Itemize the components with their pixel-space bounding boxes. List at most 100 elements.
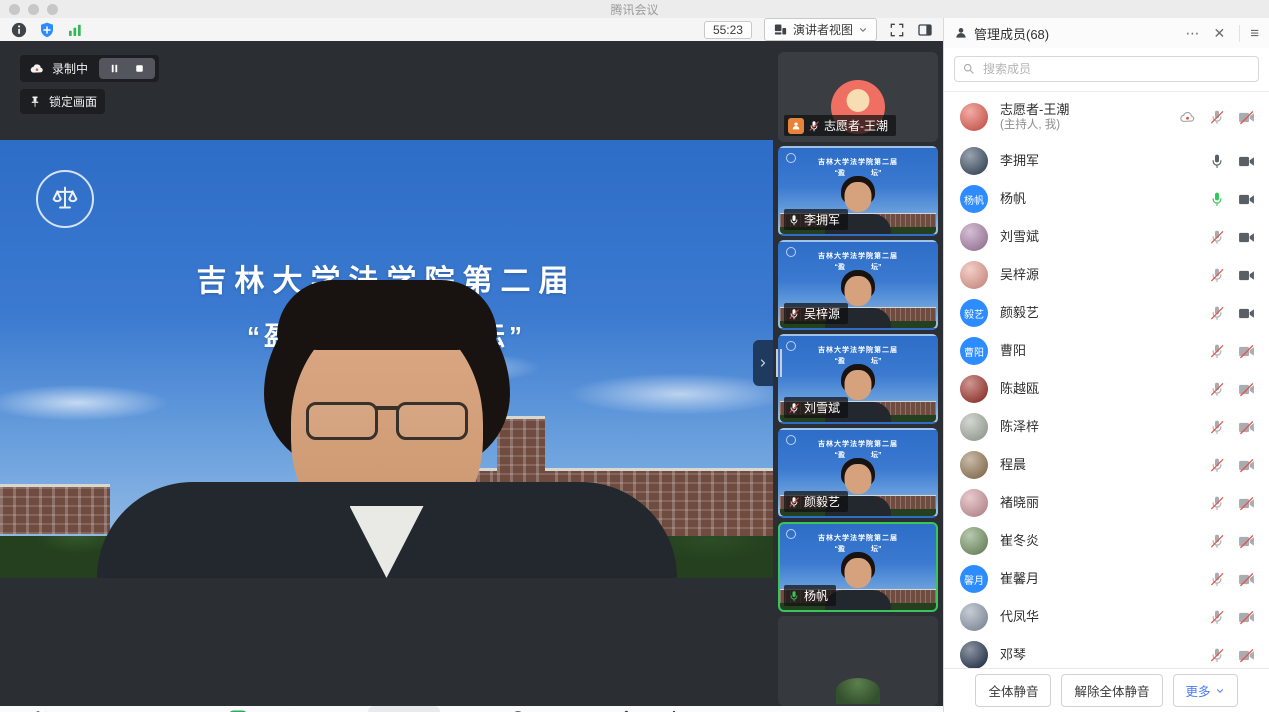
mic-muted-icon[interactable] xyxy=(1209,381,1225,397)
stop-record-button[interactable]: 结束录制 xyxy=(492,706,544,712)
chevron-down-icon xyxy=(858,25,868,35)
stop-recording-button[interactable] xyxy=(133,62,146,75)
member-row[interactable]: 陈越瓯 xyxy=(944,370,1269,408)
camera-off-icon[interactable] xyxy=(1238,343,1255,360)
manage-members-button[interactable]: 管理成员(68) xyxy=(368,706,440,712)
thumbnail-participant[interactable]: 吉林大学法学院第二届 “盈坛” 颜毅艺 xyxy=(778,428,938,518)
member-row-host[interactable]: 志愿者-王潮 (主持人, 我) xyxy=(944,92,1269,142)
mic-muted-icon[interactable] xyxy=(1209,495,1225,511)
member-row[interactable]: 邓琴 xyxy=(944,636,1269,668)
unmute-all-button[interactable]: 解除全体静音 xyxy=(1061,674,1162,707)
member-row[interactable]: 陈泽梓 xyxy=(944,408,1269,446)
thumbnail-participant[interactable]: 吉林大学法学院第二届 “盈坛” 李拥军 xyxy=(778,146,938,236)
mic-muted-icon[interactable] xyxy=(1209,533,1225,549)
thumbnail-host[interactable]: 志愿者-王潮 xyxy=(778,52,938,142)
member-name: 杨帆 xyxy=(1000,191,1026,207)
camera-off-icon[interactable] xyxy=(1238,381,1255,398)
camera-off-icon[interactable] xyxy=(1238,109,1255,126)
mic-muted-icon xyxy=(788,496,800,508)
mic-muted-icon[interactable] xyxy=(1209,267,1225,283)
member-row[interactable]: 杨帆 杨帆 xyxy=(944,180,1269,218)
member-list[interactable]: 志愿者-王潮 (主持人, 我) 李拥军 杨帆 杨帆 xyxy=(944,91,1269,668)
camera-off-icon[interactable] xyxy=(1238,609,1255,626)
mic-muted-icon[interactable] xyxy=(1209,419,1225,435)
avatar xyxy=(960,413,988,441)
meeting-toolbar-top: 55:23 演讲者视图 xyxy=(0,18,943,41)
mic-muted-icon xyxy=(788,308,800,320)
settings-button[interactable]: 设置 xyxy=(648,706,700,712)
camera-on-icon[interactable] xyxy=(1238,305,1255,322)
main-speaker-video: 吉林大学法学院第二届 “盈 坛” xyxy=(0,41,773,706)
mic-muted-icon[interactable] xyxy=(1209,571,1225,587)
thumbnail-participant[interactable]: 吉林大学法学院第二届 “盈坛” 吴梓源 xyxy=(778,240,938,330)
panel-more-button[interactable]: ⋯ xyxy=(1182,25,1204,42)
panel-menu-button[interactable]: ≡ xyxy=(1239,25,1259,42)
mic-active-icon[interactable] xyxy=(1209,191,1225,207)
camera-on-icon[interactable] xyxy=(1238,153,1255,170)
member-row[interactable]: 刘雪斌 xyxy=(944,218,1269,256)
members-panel-title: 管理成员(68) xyxy=(974,24,1049,43)
meeting-timer: 55:23 xyxy=(704,21,752,39)
pause-recording-button[interactable] xyxy=(108,62,121,75)
camera-off-icon[interactable] xyxy=(1238,457,1255,474)
network-signal-icon[interactable] xyxy=(66,21,84,39)
member-search-input[interactable] xyxy=(954,56,1259,82)
apps-button[interactable]: 应用 xyxy=(596,706,648,712)
share-screen-button[interactable]: 共享屏幕 xyxy=(212,706,264,712)
thumbnail-participant[interactable]: 吉林大学法学院第二届 “盈坛” 刘雪斌 xyxy=(778,334,938,424)
member-row[interactable]: 褚晓丽 xyxy=(944,484,1269,522)
side-panel-toggle-icon[interactable] xyxy=(917,22,933,38)
mic-on-icon[interactable] xyxy=(1209,153,1225,169)
breakout-rooms-button[interactable]: 分组讨论 xyxy=(544,706,596,712)
camera-on-icon[interactable] xyxy=(1238,191,1255,208)
mic-muted-icon[interactable] xyxy=(1209,647,1225,663)
collapse-strip-button[interactable] xyxy=(753,340,773,386)
camera-on-icon[interactable] xyxy=(1238,229,1255,246)
camera-off-icon[interactable] xyxy=(1238,533,1255,550)
member-role: (主持人, 我) xyxy=(1000,118,1069,132)
member-row[interactable]: 毅艺 颜毅艺 xyxy=(944,294,1269,332)
camera-off-icon[interactable] xyxy=(1238,571,1255,588)
members-panel: 管理成员(68) ⋯ ✕ ≡ 志愿者-王潮 (主持人, 我) xyxy=(943,18,1269,712)
member-row[interactable]: 曹阳 曹阳 xyxy=(944,332,1269,370)
thumbnail-participant-partial[interactable] xyxy=(778,616,938,706)
camera-off-icon[interactable] xyxy=(1238,419,1255,436)
unmute-button[interactable]: 解除静音 xyxy=(12,706,64,712)
mic-muted-icon[interactable] xyxy=(1209,609,1225,625)
member-name: 颜毅艺 xyxy=(1000,305,1039,321)
member-row[interactable]: 代凤华 xyxy=(944,598,1269,636)
protection-shield-icon[interactable] xyxy=(38,21,56,39)
member-row[interactable]: 吴梓源 xyxy=(944,256,1269,294)
member-row[interactable]: 李拥军 xyxy=(944,142,1269,180)
chevron-right-icon xyxy=(757,357,769,369)
view-mode-dropdown[interactable]: 演讲者视图 xyxy=(764,18,877,41)
member-row[interactable]: 崔冬炎 xyxy=(944,522,1269,560)
member-row[interactable]: 馨月 崔馨月 xyxy=(944,560,1269,598)
meeting-controls-bar: 解除静音 开启视频 共享屏幕 安全 邀请 xyxy=(0,706,943,712)
chat-button[interactable]: 聊天 xyxy=(440,706,492,712)
plant-avatar xyxy=(836,678,880,704)
camera-off-icon[interactable] xyxy=(1238,495,1255,512)
mic-muted-icon[interactable] xyxy=(1209,457,1225,473)
panel-close-button[interactable]: ✕ xyxy=(1210,25,1230,42)
mic-muted-icon[interactable] xyxy=(1209,305,1225,321)
cloud-recording-icon xyxy=(29,61,45,77)
invite-button[interactable]: 邀请 xyxy=(316,706,368,712)
strip-drag-handle[interactable] xyxy=(776,349,782,377)
thumbnail-active-speaker[interactable]: 吉林大学法学院第二届 “盈坛” 杨帆 xyxy=(778,522,938,612)
security-button[interactable]: 安全 xyxy=(264,706,316,712)
start-video-button[interactable]: 开启视频 xyxy=(64,706,116,712)
mic-muted-icon[interactable] xyxy=(1209,343,1225,359)
member-row[interactable]: 程晨 xyxy=(944,446,1269,484)
mic-muted-icon[interactable] xyxy=(1209,229,1225,245)
lock-view-button[interactable]: 锁定画面 xyxy=(20,89,105,114)
meeting-info-icon[interactable] xyxy=(10,21,28,39)
camera-on-icon[interactable] xyxy=(1238,267,1255,284)
mute-all-button[interactable]: 全体静音 xyxy=(975,674,1051,707)
mic-muted-icon[interactable] xyxy=(1209,109,1225,125)
camera-off-icon[interactable] xyxy=(1238,647,1255,664)
search-icon xyxy=(962,62,975,75)
fullscreen-icon[interactable] xyxy=(889,22,905,38)
recording-controls xyxy=(99,58,155,79)
more-button[interactable]: 更多 xyxy=(1173,674,1238,707)
